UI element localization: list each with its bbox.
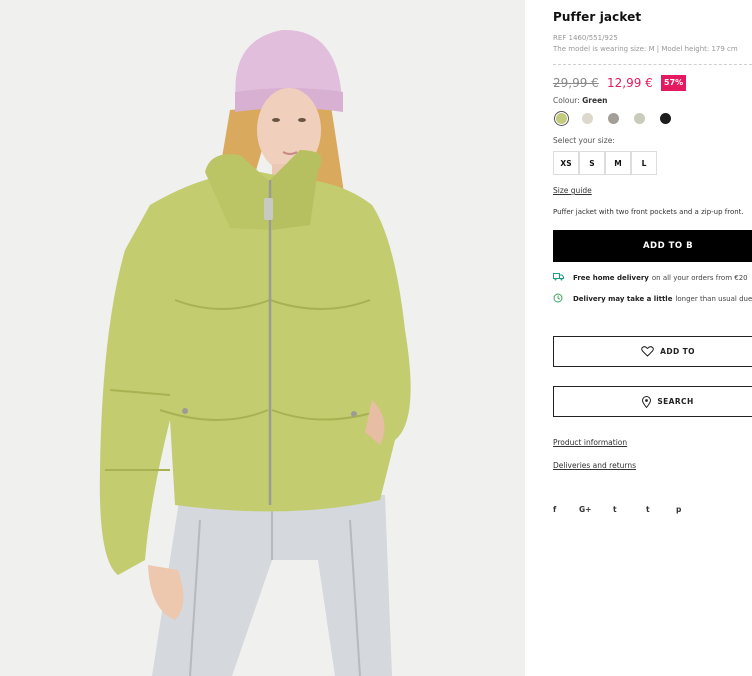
colour-label-text: Colour: [553, 96, 580, 105]
swatch-black[interactable] [660, 113, 671, 124]
delivery-delay-text: longer than usual due [675, 295, 752, 303]
swatch-grey-mixed[interactable] [608, 113, 619, 124]
store-search-label: SEARCH [657, 397, 694, 406]
free-delivery-bold: Free home delivery [573, 274, 649, 282]
swatch-sage[interactable] [634, 113, 645, 124]
size-option-s[interactable]: S [579, 151, 605, 175]
search-in-store-button[interactable]: SEARCH [553, 386, 752, 417]
location-pin-icon [642, 395, 652, 408]
tumblr-icon[interactable]: t [646, 505, 650, 514]
wishlist-label: ADD TO [660, 347, 695, 356]
selected-colour: Green [582, 96, 608, 105]
colour-label: Colour: Green [553, 96, 608, 105]
facebook-icon[interactable]: f [553, 505, 556, 514]
old-price: 29,99 € [553, 76, 599, 90]
product-reference: REF 1460/551/925 [553, 34, 618, 42]
size-guide-link[interactable]: Size guide [553, 186, 592, 195]
product-description: Puffer jacket with two front pockets and… [553, 208, 744, 216]
add-to-basket-button[interactable]: ADD TO B [553, 230, 752, 262]
delivery-delay-bold: Delivery may take a little [573, 295, 673, 303]
twitter-icon[interactable]: t [613, 505, 617, 514]
swatch-green[interactable] [553, 110, 570, 127]
heart-icon [641, 346, 654, 357]
free-delivery-info: Free home delivery on all your orders fr… [553, 273, 748, 283]
sale-price: 12,99 € [607, 76, 653, 90]
truck-icon [553, 273, 565, 283]
discount-badge: 57% [661, 75, 687, 91]
clock-icon [553, 293, 565, 305]
product-information-link[interactable]: Product information [553, 438, 627, 447]
delivery-delay-info: Delivery may take a little longer than u… [553, 293, 752, 305]
size-option-l[interactable]: L [631, 151, 657, 175]
size-option-xs[interactable]: XS [553, 151, 579, 175]
pinterest-icon[interactable]: p [676, 505, 681, 514]
deliveries-returns-link[interactable]: Deliveries and returns [553, 461, 636, 470]
free-delivery-text: on all your orders from €20 [651, 274, 748, 282]
product-info-panel: Puffer jacket REF 1460/551/925 The model… [553, 0, 752, 676]
google-plus-icon[interactable]: G+ [579, 505, 591, 514]
product-image[interactable] [0, 0, 525, 676]
model-info: The model is wearing size: M | Model hei… [553, 45, 738, 53]
size-option-m[interactable]: M [605, 151, 631, 175]
model-photo-illustration [0, 0, 525, 676]
product-title: Puffer jacket [553, 10, 642, 24]
add-to-wishlist-button[interactable]: ADD TO [553, 336, 752, 367]
swatch-cream[interactable] [582, 113, 593, 124]
divider [553, 64, 752, 65]
size-label: Select your size: [553, 136, 615, 145]
